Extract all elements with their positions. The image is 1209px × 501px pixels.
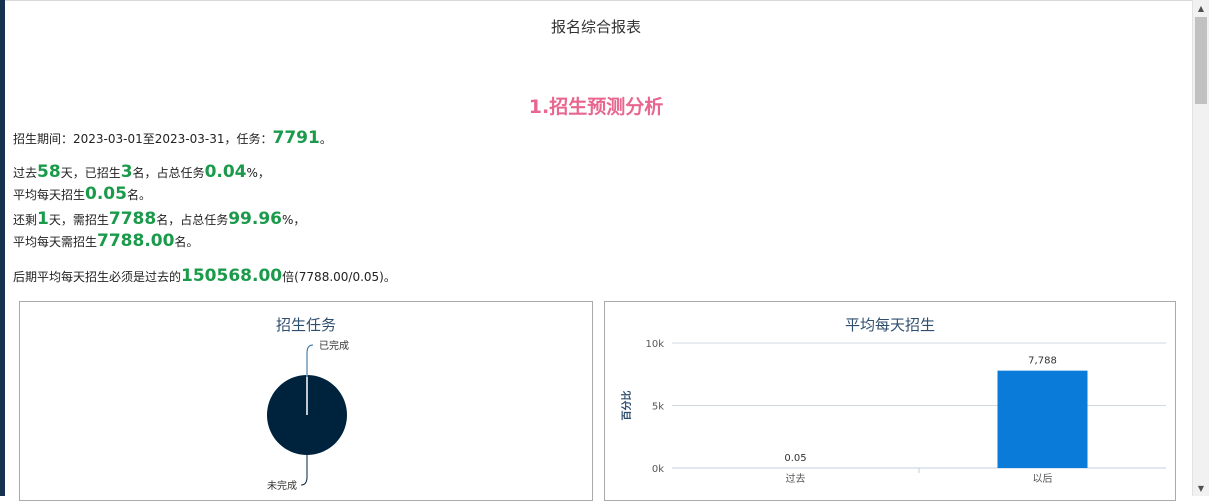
scroll-thumb[interactable] xyxy=(1195,17,1207,104)
top-border xyxy=(5,0,1192,1)
x-tick-label-1: 以后 xyxy=(1033,473,1053,485)
summary-remain-line: 还剩1天，需招生7788名，占总任务99.96%， xyxy=(13,209,305,229)
page-title: 报名综合报表 xyxy=(0,16,1192,37)
summary-past-avg-line: 平均每天招生0.05名。 xyxy=(13,184,151,204)
x-tick-label-0: 过去 xyxy=(786,472,806,485)
past-prefix: 过去 xyxy=(13,166,37,180)
remain-avg: 7788.00 xyxy=(97,231,174,251)
pie-leader-incomplete xyxy=(301,455,307,485)
remain-days: 1 xyxy=(37,209,49,229)
task-number: 7791 xyxy=(273,128,320,148)
vertical-scrollbar[interactable]: ▲ ▼ xyxy=(1192,0,1209,496)
ratio-suffix: 倍(7788.00/0.05)。 xyxy=(282,270,396,284)
remain-avg-suffix: 名。 xyxy=(174,235,198,249)
past-mid2: 名，占总任务 xyxy=(133,166,205,180)
past-suffix: %， xyxy=(247,166,270,180)
y-axis-label: 百分比 xyxy=(620,391,633,421)
pie-label-complete: 已完成 xyxy=(319,339,349,352)
past-mid1: 天，已招生 xyxy=(61,166,121,180)
pie-chart: 已完成 未完成 xyxy=(20,302,592,500)
ratio-prefix: 后期平均每天招生必须是过去的 xyxy=(13,270,181,284)
ratio-value: 150568.00 xyxy=(181,266,282,286)
remain-mid1: 天，需招生 xyxy=(49,213,109,227)
data-label-1: 7,788 xyxy=(1028,356,1057,367)
summary-ratio-line: 后期平均每天招生必须是过去的150568.00倍(7788.00/0.05)。 xyxy=(13,266,396,286)
past-avg: 0.05 xyxy=(85,184,127,204)
y-tick-label: 10k xyxy=(645,339,664,350)
past-avg-suffix: 名。 xyxy=(127,188,151,202)
remain-suffix: %， xyxy=(282,213,305,227)
past-percent: 0.04 xyxy=(205,162,247,182)
summary-past-line: 过去58天，已招生3名，占总任务0.04%， xyxy=(13,162,270,182)
remain-percent: 99.96 xyxy=(228,209,282,229)
period-prefix: 招生期间： xyxy=(13,132,73,146)
scroll-up-icon[interactable]: ▲ xyxy=(1193,0,1209,16)
remain-needed: 7788 xyxy=(109,209,156,229)
remain-avg-prefix: 平均每天需招生 xyxy=(13,235,97,249)
pie-label-incomplete: 未完成 xyxy=(267,479,297,492)
y-tick-label: 0k xyxy=(652,464,664,475)
period-suffix: 。 xyxy=(320,132,332,146)
bar-chart-panel: 平均每天招生 0k5k10k 0.057,788 过去以后 百分比 xyxy=(604,301,1176,501)
section-heading: 1.招生预测分析 xyxy=(0,92,1192,119)
bar-chart: 0k 5k 10k 0.05 7,788 过去 以后 百分比 xyxy=(605,302,1175,500)
y-tick-label: 5k xyxy=(652,402,664,413)
remain-mid2: 名，占总任务 xyxy=(156,213,228,227)
data-label-0: 0.05 xyxy=(784,453,806,464)
pie-leader-complete xyxy=(307,345,313,377)
summary-period-line: 招生期间：2023-03-01至2023-03-31，任务：7791。 xyxy=(13,128,332,148)
window-left-edge xyxy=(0,0,5,496)
past-avg-prefix: 平均每天招生 xyxy=(13,188,85,202)
remain-prefix: 还剩 xyxy=(13,213,37,227)
scroll-down-icon[interactable]: ▼ xyxy=(1193,480,1209,496)
period-value: 2023-03-01至2023-03-31，任务： xyxy=(73,132,272,146)
past-days: 58 xyxy=(37,162,61,182)
summary-remain-avg-line: 平均每天需招生7788.00名。 xyxy=(13,231,198,251)
past-enrolled: 3 xyxy=(121,162,133,182)
pie-chart-panel: 招生任务 已完成 未完成 xyxy=(19,301,593,501)
bar-1[interactable] xyxy=(998,371,1088,468)
